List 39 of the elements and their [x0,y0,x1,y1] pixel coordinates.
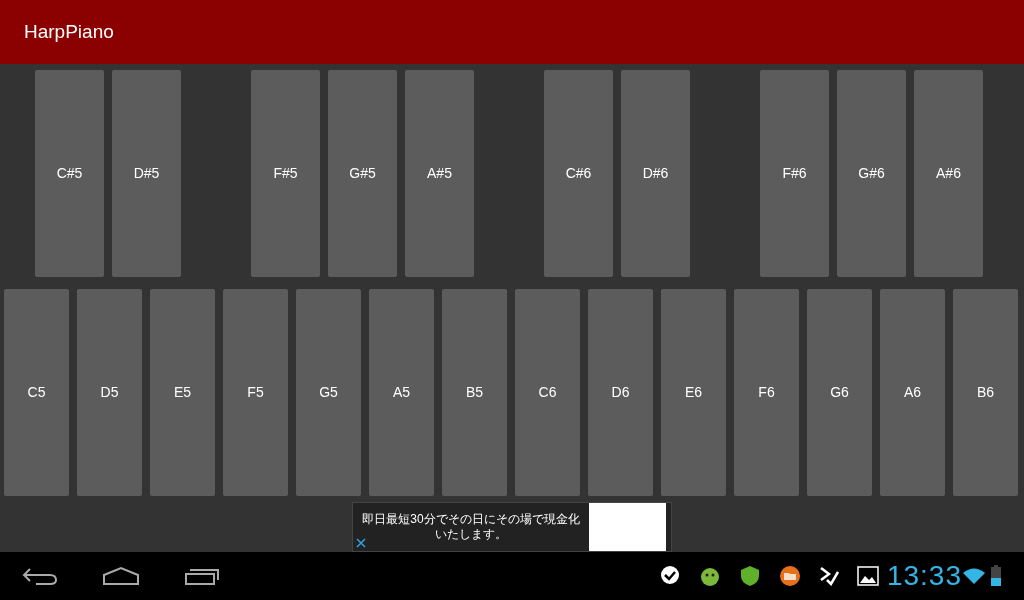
back-icon[interactable] [22,566,58,586]
wifi-icon [962,567,986,585]
piano-key[interactable]: A#6 [914,70,983,277]
piano-key[interactable]: E5 [150,289,215,496]
piano-key[interactable]: C#5 [35,70,104,277]
piano-key[interactable]: G5 [296,289,361,496]
piano-key[interactable]: E6 [661,289,726,496]
home-icon[interactable] [102,566,140,586]
piano-key[interactable]: B5 [442,289,507,496]
piano-key[interactable]: F5 [223,289,288,496]
clock: 13:33 [886,559,962,593]
close-icon[interactable] [355,537,367,549]
piano-key[interactable]: C5 [4,289,69,496]
ad-text: 即日最短30分でその日にその場で現金化いたします。 [361,512,581,542]
recent-apps-icon[interactable] [184,566,220,586]
piano-key[interactable]: F6 [734,289,799,496]
piano-key[interactable]: G6 [807,289,872,496]
piano-key[interactable]: G#5 [328,70,397,277]
piano-key[interactable]: D6 [588,289,653,496]
piano-key[interactable]: A6 [880,289,945,496]
piano-key[interactable]: F#6 [760,70,829,277]
piano-key[interactable]: C6 [515,289,580,496]
ad-banner[interactable]: 即日最短30分でその日にその場で現金化いたします。 [352,502,672,552]
folder-icon[interactable] [778,565,801,587]
piano-key[interactable]: D#6 [621,70,690,277]
piano-key[interactable]: A5 [369,289,434,496]
image-icon[interactable] [856,566,879,586]
piano-key[interactable]: A#5 [405,70,474,277]
piano-key[interactable]: B6 [953,289,1018,496]
piano-key[interactable]: F#5 [251,70,320,277]
battery-icon [990,565,1002,587]
piano-key[interactable]: D#5 [112,70,181,277]
piano-key[interactable]: D5 [77,289,142,496]
piano-key[interactable]: G#6 [837,70,906,277]
piano-key[interactable]: C#6 [544,70,613,277]
chat-check-icon[interactable] [658,565,681,587]
checklist-icon[interactable] [818,566,839,586]
shield-icon[interactable] [738,565,761,587]
app-title: HarpPiano [24,19,114,44]
